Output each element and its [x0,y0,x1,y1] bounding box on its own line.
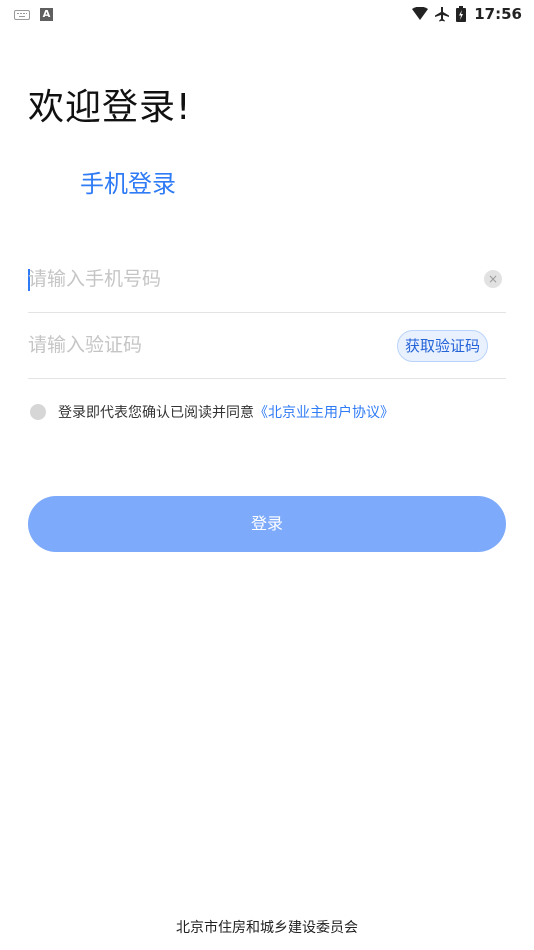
get-code-button[interactable]: 获取验证码 [396,330,488,362]
a-notification-icon: A [40,8,53,21]
code-field-row: 获取验证码 [28,314,506,379]
clear-icon[interactable]: × [484,270,502,288]
verification-code-input[interactable] [28,314,408,376]
footer-organization: 北京市住房和城乡建设委员会 [176,920,358,936]
tab-phone-login[interactable]: 手机登录 [80,164,176,199]
phone-field-row: × [28,248,506,313]
page-title: 欢迎登录! [28,87,192,128]
login-button[interactable]: 登录 [28,496,506,552]
keyboard-icon [14,9,30,20]
wifi-icon [412,7,429,21]
phone-number-input[interactable] [28,248,408,310]
status-bar-right: 17:56 [412,5,522,23]
agreement-checkbox[interactable] [30,404,46,420]
airplane-icon [434,6,450,22]
user-agreement-link[interactable]: 《北京业主用户协议》 [254,402,394,422]
agreement-text: 登录即代表您确认已阅读并同意 [58,405,254,421]
status-bar: A 17:56 [0,0,534,30]
agreement-row: 登录即代表您确认已阅读并同意 《北京业主用户协议》 [30,402,394,422]
battery-charging-icon [456,6,467,22]
status-bar-left: A [14,8,53,21]
status-time: 17:56 [474,5,522,23]
